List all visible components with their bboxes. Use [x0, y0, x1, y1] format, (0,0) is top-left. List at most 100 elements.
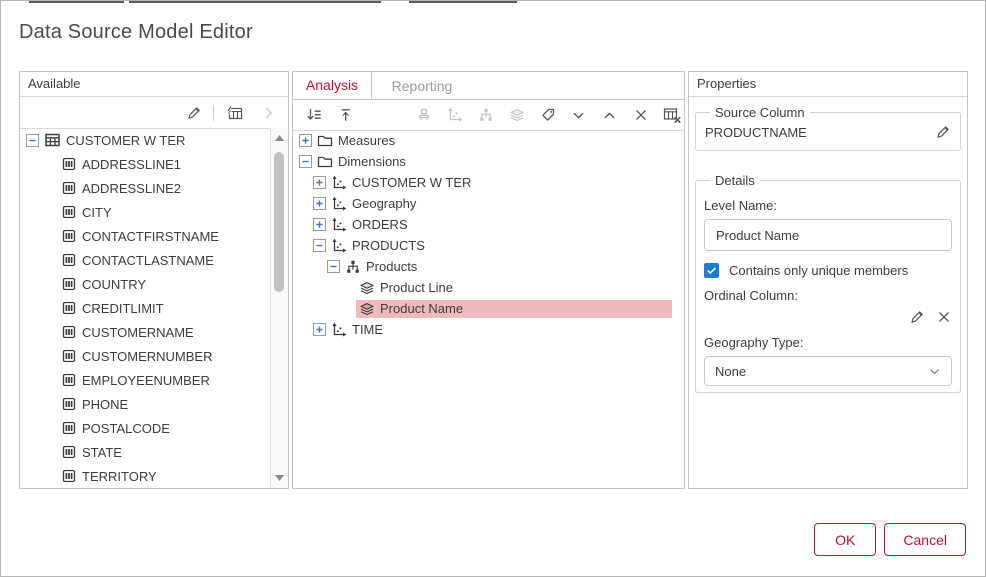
auto-build-button[interactable] — [411, 103, 436, 127]
scroll-up-icon[interactable] — [271, 131, 288, 145]
chevron-right-icon — [262, 106, 276, 120]
column-icon — [61, 444, 77, 460]
tree-item-column[interactable]: CITY — [20, 200, 271, 224]
tree-item-label: ADDRESSLINE2 — [82, 181, 181, 196]
bolt-table-icon — [224, 105, 243, 121]
add-dimension-button[interactable] — [442, 103, 467, 127]
expand-toggle-icon[interactable] — [313, 323, 326, 336]
page-top-edge — [129, 1, 381, 3]
geography-type-value: None — [715, 364, 746, 379]
level-name-input[interactable] — [704, 219, 952, 251]
tree-item-column[interactable]: TERRITORY — [20, 464, 271, 488]
model-toolbar — [293, 100, 684, 131]
properties-panel: Properties Source Column PRODUCTNAME Det… — [688, 71, 968, 489]
move-right-button[interactable] — [256, 101, 282, 125]
available-scrollbar[interactable] — [270, 128, 288, 488]
page-top-edge — [29, 1, 124, 3]
model-tree-item-customer-w-ter[interactable]: CUSTOMER W TER — [293, 172, 684, 193]
model-tree-item-products[interactable]: Products — [293, 256, 684, 277]
expand-toggle-icon[interactable] — [313, 218, 326, 231]
edit-ordinal-column-button[interactable] — [909, 309, 925, 325]
tree-row: Measures — [314, 132, 672, 150]
model-tree-item-geography[interactable]: Geography — [293, 193, 684, 214]
model-tree-item-time[interactable]: TIME — [293, 319, 684, 340]
collapse-toggle-icon[interactable] — [26, 134, 39, 147]
tree-item-label: CUSTOMERNUMBER — [82, 349, 213, 364]
pencil-icon — [186, 105, 202, 121]
add-level-button[interactable] — [504, 103, 529, 127]
geography-type-label: Geography Type: — [704, 335, 952, 350]
move-to-top-button[interactable] — [332, 103, 357, 127]
tree-row: CUSTOMER W TER — [328, 174, 672, 192]
clear-ordinal-column-button[interactable] — [937, 310, 951, 324]
tree-item-column[interactable]: ADDRESSLINE2 — [20, 176, 271, 200]
tree-item-column[interactable]: EMPLOYEENUMBER — [20, 368, 271, 392]
selected-tree-row: Product Name — [356, 300, 672, 318]
model-tree-item-product-line[interactable]: Product Line — [293, 277, 684, 298]
unique-members-checkbox[interactable] — [704, 263, 719, 278]
tree-item-label: Dimensions — [338, 154, 406, 169]
ok-button[interactable]: OK — [814, 523, 876, 556]
column-icon — [61, 420, 77, 436]
tree-item-label: CITY — [82, 205, 112, 220]
hierarchy-icon — [478, 107, 494, 123]
model-tree-item-measures[interactable]: Measures — [293, 130, 684, 151]
tree-item-table[interactable]: CUSTOMER W TER — [20, 128, 271, 152]
tree-item-column[interactable]: CUSTOMERNUMBER — [20, 344, 271, 368]
cancel-button[interactable]: Cancel — [884, 523, 966, 556]
tree-item-column[interactable]: CONTACTFIRSTNAME — [20, 224, 271, 248]
pencil-icon — [909, 309, 925, 325]
level-icon — [509, 107, 525, 123]
tree-row: PRODUCTS — [328, 237, 672, 255]
model-tree-item-dimensions[interactable]: Dimensions — [293, 151, 684, 172]
details-group: Details Level Name: Contains only unique… — [695, 173, 961, 393]
model-tree-item-products[interactable]: PRODUCTS — [293, 235, 684, 256]
model-tree-item-orders[interactable]: ORDERS — [293, 214, 684, 235]
tree-item-column[interactable]: POSTALCODE — [20, 416, 271, 440]
move-up-button[interactable] — [597, 103, 622, 127]
column-icon — [61, 276, 77, 292]
expand-toggle-icon[interactable] — [299, 134, 312, 147]
column-icon — [61, 156, 77, 172]
expand-toggle-icon[interactable] — [313, 176, 326, 189]
edit-button[interactable] — [181, 101, 207, 125]
tab-analysis[interactable]: Analysis — [293, 72, 372, 99]
available-panel: Available CUSTOMER W TERADDRESSLINE1ADDR… — [19, 71, 289, 489]
column-icon — [61, 396, 77, 412]
auto-build-icon — [416, 107, 432, 123]
x-icon — [634, 108, 648, 122]
scroll-down-icon[interactable] — [271, 471, 288, 485]
tree-item-label: Product Name — [380, 301, 463, 316]
expand-toggle-icon[interactable] — [313, 197, 326, 210]
collapse-toggle-icon[interactable] — [327, 260, 340, 273]
tree-item-label: TIME — [352, 322, 383, 337]
scrollbar-thumb[interactable] — [274, 152, 284, 292]
close-icon — [937, 310, 951, 324]
sort-button[interactable] — [301, 103, 326, 127]
delete-button[interactable] — [628, 103, 653, 127]
add-attribute-button[interactable] — [535, 103, 560, 127]
level-icon — [359, 301, 375, 317]
tree-item-column[interactable]: ADDRESSLINE1 — [20, 152, 271, 176]
add-hierarchy-button[interactable] — [473, 103, 498, 127]
auto-generate-button[interactable] — [220, 101, 246, 125]
move-down-button[interactable] — [566, 103, 591, 127]
edit-source-column-button[interactable] — [935, 124, 951, 140]
tree-item-column[interactable]: COUNTRY — [20, 272, 271, 296]
column-icon — [61, 204, 77, 220]
tree-item-column[interactable]: PHONE — [20, 392, 271, 416]
tree-item-label: Measures — [338, 133, 395, 148]
tree-item-column[interactable]: CONTACTLASTNAME — [20, 248, 271, 272]
model-tree-item-product-name[interactable]: Product Name — [293, 298, 684, 319]
collapse-toggle-icon[interactable] — [299, 155, 312, 168]
tree-item-column[interactable]: STATE — [20, 440, 271, 464]
remove-table-button[interactable] — [659, 103, 684, 127]
tree-item-column[interactable]: CREDITLIMIT — [20, 296, 271, 320]
tree-item-label: PHONE — [82, 397, 128, 412]
collapse-toggle-icon[interactable] — [313, 239, 326, 252]
geography-type-select[interactable]: None — [704, 356, 952, 386]
tree-item-column[interactable]: CUSTOMERNAME — [20, 320, 271, 344]
tab-reporting[interactable]: Reporting — [372, 72, 472, 99]
level-name-label: Level Name: — [704, 198, 952, 213]
available-columns-tree: CUSTOMER W TERADDRESSLINE1 ADDRESSLINE2 CI… — [20, 128, 271, 488]
